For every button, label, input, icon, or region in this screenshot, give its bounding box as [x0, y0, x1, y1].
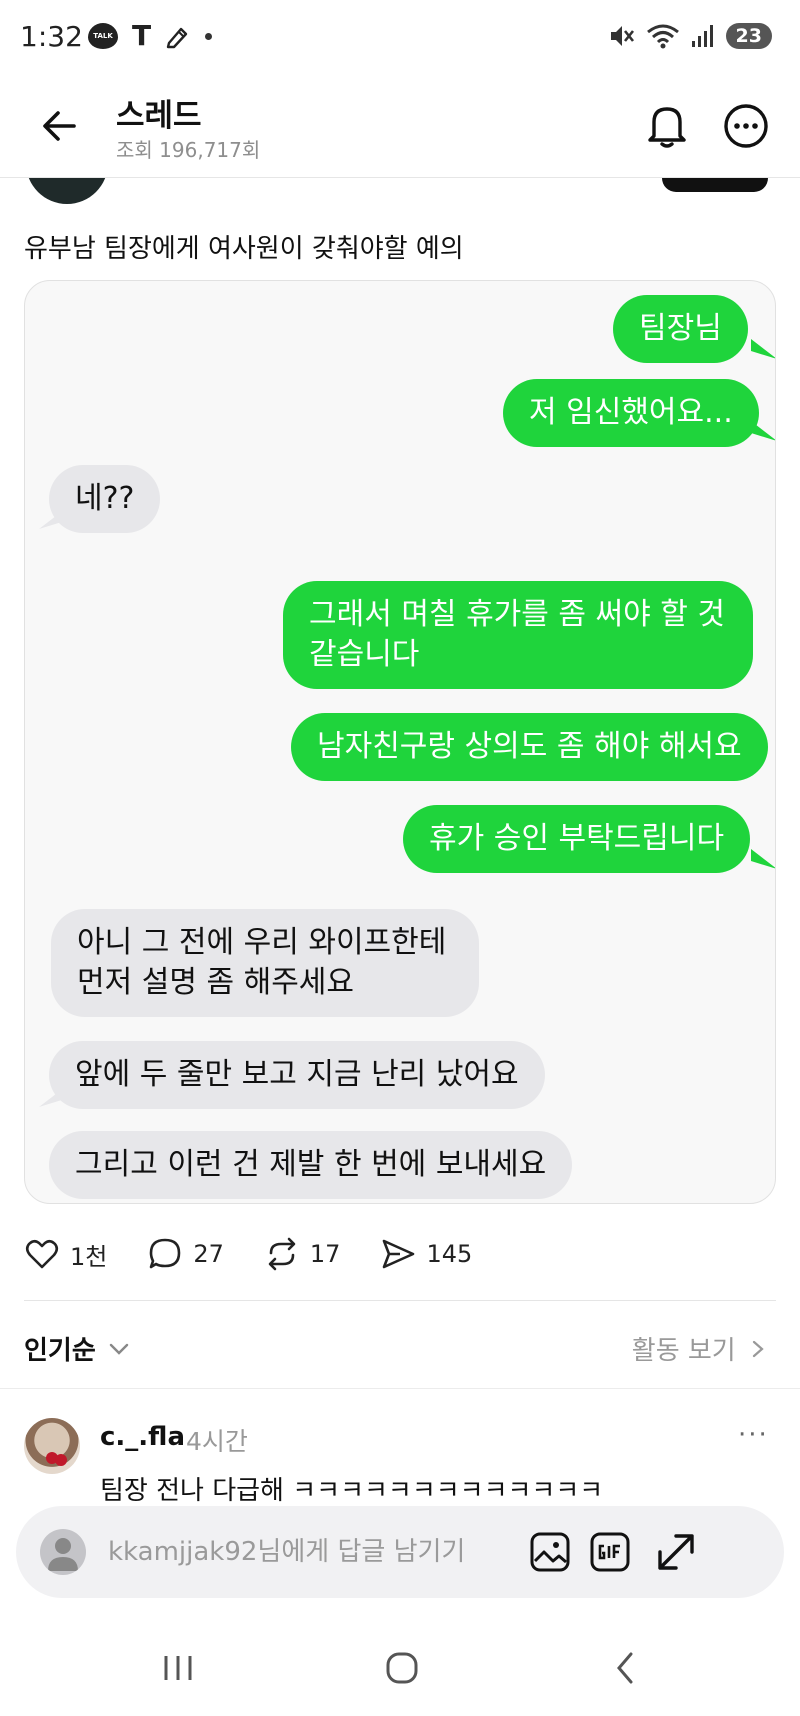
recent-apps-button[interactable] — [156, 1648, 200, 1688]
repost-button[interactable]: 17 — [264, 1236, 341, 1272]
mute-icon — [610, 26, 634, 46]
gif-button[interactable] — [586, 1528, 634, 1576]
more-options-button[interactable] — [722, 102, 770, 150]
chat-bubble-line: 같습니다 — [309, 637, 420, 672]
bubble-tail — [751, 849, 775, 869]
chat-bubble-received: 앞에 두 줄만 보고 지금 난리 났어요 — [49, 1041, 545, 1109]
view-count: 조회 196,717회 — [116, 138, 261, 162]
divider — [0, 1388, 800, 1389]
page-title: 스레드 — [116, 98, 202, 134]
chevron-down-icon[interactable] — [108, 1338, 130, 1360]
status-left-icons: TALK T — [88, 19, 213, 52]
avatar-decoration — [55, 1454, 67, 1466]
chevron-left-icon — [617, 1652, 633, 1684]
chat-bubble-line: 먼저 설명 좀 해주세요 — [77, 965, 355, 1000]
arrow-left-icon — [43, 111, 76, 141]
chat-bubble-received: 네?? — [49, 465, 161, 533]
notification-button[interactable] — [644, 102, 690, 150]
comment-more-button[interactable]: ··· — [738, 1420, 769, 1450]
t-icon: T — [132, 19, 152, 52]
home-icon — [386, 1652, 418, 1684]
comment-count: 27 — [193, 1240, 224, 1268]
send-icon — [383, 1239, 415, 1269]
comment-text: 팀장 전나 다급해 ㅋㅋㅋㅋㅋㅋㅋㅋㅋㅋㅋㅋㅋ — [100, 1476, 604, 1506]
chat-bubble-sent: 그래서 며칠 휴가를 좀 써야 할 것 같습니다 — [283, 581, 753, 689]
status-time: 1:32 — [20, 20, 83, 53]
like-button[interactable]: 1천 — [24, 1236, 107, 1272]
share-button[interactable]: 145 — [380, 1236, 472, 1272]
gif-icon — [590, 1532, 630, 1572]
chat-bubble-sent: 저 임신했어요... — [503, 379, 759, 447]
chat-bubble-line: 아니 그 전에 우리 와이프한테 — [77, 925, 447, 960]
app-header: 스레드 조회 196,717회 — [0, 80, 800, 178]
chat-bubble-line: 그래서 며칠 휴가를 좀 써야 할 것 — [309, 597, 726, 632]
signal-icon — [691, 25, 713, 47]
chat-bubble-sent: 휴가 승인 부탁드립니다 — [403, 805, 751, 873]
reply-input[interactable] — [108, 1532, 528, 1572]
wifi-icon — [646, 24, 679, 49]
chevron-right-icon — [752, 1340, 764, 1358]
expand-button[interactable] — [652, 1528, 700, 1576]
recent-apps-icon — [164, 1656, 192, 1680]
chat-bubble-received: 아니 그 전에 우리 와이프한테 먼저 설명 좀 해주세요 — [51, 909, 479, 1017]
system-navigation-bar — [0, 1620, 800, 1716]
divider — [24, 1300, 776, 1301]
post-image[interactable]: 팀장님 저 임신했어요... 네?? 그래서 며칠 휴가를 좀 써야 할 것 같… — [24, 280, 776, 1204]
status-right-icons: 23 — [608, 22, 772, 50]
bell-icon — [648, 107, 686, 148]
repost-icon — [268, 1237, 296, 1271]
post-text: 유부남 팀장에게 여사원이 갖춰야할 예의 — [24, 234, 464, 264]
home-button[interactable] — [380, 1648, 424, 1688]
chat-bubble-sent: 남자친구랑 상의도 좀 해야 해서요 — [291, 713, 768, 781]
view-activity-link[interactable]: 활동 보기 — [632, 1330, 766, 1367]
reply-bar — [16, 1506, 784, 1598]
status-bar: 1:32 TALK T 23 — [0, 0, 800, 80]
battery-icon: 23 — [725, 23, 772, 49]
bubble-tail — [751, 339, 775, 359]
back-nav-button[interactable] — [604, 1648, 648, 1688]
heart-icon — [25, 1239, 59, 1269]
chat-bubble-received: 그리고 이런 건 제발 한 번에 보내세요 — [49, 1131, 573, 1199]
repost-count: 17 — [309, 1240, 341, 1268]
image-icon — [530, 1532, 570, 1572]
commenter-avatar[interactable] — [24, 1418, 80, 1474]
pen-icon — [166, 27, 188, 49]
expand-icon — [658, 1534, 694, 1570]
comment-bubble-icon — [150, 1238, 181, 1269]
share-count: 145 — [426, 1240, 473, 1268]
sort-row: 인기순 활동 보기 — [24, 1326, 776, 1370]
bubble-tail — [751, 421, 775, 441]
post-actions: 1천 27 17 145 — [24, 1234, 512, 1274]
comment-timestamp: 4시간 — [186, 1427, 248, 1456]
view-activity-label: 활동 보기 — [631, 1336, 736, 1366]
chat-bubble-sent: 팀장님 — [613, 295, 748, 363]
user-avatar-icon — [40, 1529, 86, 1575]
ellipsis-circle-icon — [724, 104, 768, 148]
comment-button[interactable]: 27 — [147, 1236, 224, 1272]
like-count: 1천 — [70, 1242, 108, 1271]
dot-icon — [205, 32, 213, 40]
image-attach-button[interactable] — [526, 1528, 574, 1576]
back-button[interactable] — [40, 106, 80, 146]
talk-icon: TALK — [88, 23, 118, 49]
person-icon — [48, 1538, 78, 1571]
comment-username[interactable]: c._.fla — [100, 1422, 185, 1452]
sort-dropdown[interactable]: 인기순 — [24, 1330, 96, 1367]
